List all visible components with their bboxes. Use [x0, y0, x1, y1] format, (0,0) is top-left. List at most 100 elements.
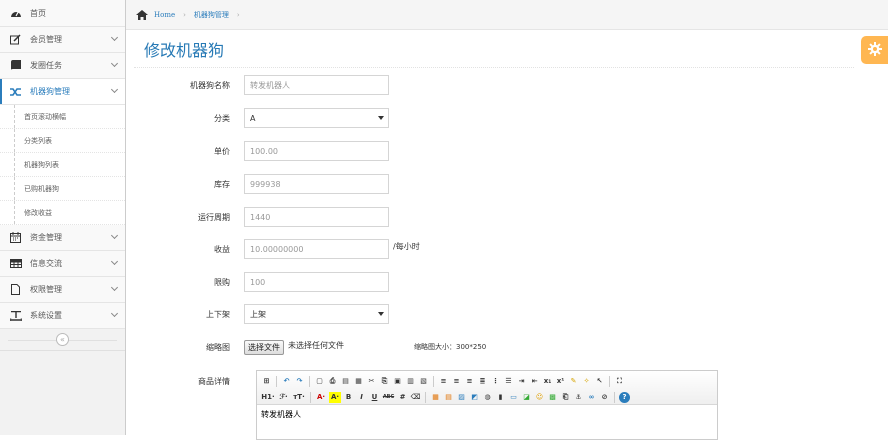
unlink-icon[interactable]: ⊘ — [599, 392, 610, 403]
underline-button[interactable]: U — [369, 392, 380, 403]
file-status-text: 未选择任何文件 — [288, 340, 344, 350]
anchor-icon[interactable]: ⚓ — [573, 392, 584, 403]
insert-row-icon[interactable]: ▤ — [443, 392, 454, 403]
code-icon[interactable]: ▦ — [353, 376, 364, 387]
form-row-category: 分类 A — [126, 107, 886, 129]
ace-settings-button[interactable] — [861, 36, 888, 64]
stock-input[interactable]: 999938 — [244, 174, 389, 194]
file-icon — [9, 284, 22, 296]
source-icon[interactable]: ⊞ — [261, 376, 272, 387]
clear-format-icon[interactable]: ✎ — [568, 376, 579, 387]
select-all-icon[interactable]: ✧ — [581, 376, 592, 387]
copy-icon[interactable]: ⎘ — [379, 376, 390, 387]
hr-icon[interactable]: # — [397, 392, 408, 403]
toolbar-divider — [614, 391, 615, 403]
undo-icon[interactable]: ↶ — [281, 376, 292, 387]
align-center-icon[interactable]: ≡ — [451, 376, 462, 387]
sidebar-item-label: 会员管理 — [30, 35, 62, 44]
income-input[interactable]: 10.00000000 — [244, 239, 389, 259]
collapse-sidebar-button[interactable]: « — [56, 333, 69, 346]
font-color-button[interactable]: A· — [315, 392, 327, 403]
sidebar-item-permissions[interactable]: 权限管理 — [0, 277, 125, 303]
name-input[interactable]: 转发机器人 — [244, 75, 389, 95]
heading-button[interactable]: H1· — [261, 392, 275, 403]
limit-input[interactable]: 100 — [244, 272, 389, 292]
align-right-icon[interactable]: ≡ — [464, 376, 475, 387]
special-char-icon[interactable]: ▩ — [547, 392, 558, 403]
sidebar-item-tasks[interactable]: 发圈任务 — [0, 53, 125, 79]
status-label: 上下架 — [206, 309, 230, 319]
cut-icon[interactable]: ✂ — [366, 376, 377, 387]
align-left-icon[interactable]: ≡ — [438, 376, 449, 387]
breadcrumb-current[interactable]: 机器狗管理 — [194, 10, 229, 20]
form-row-status: 上下架 上架 — [126, 303, 886, 325]
pagebreak-icon[interactable]: ⎗ — [560, 392, 571, 403]
paste-word-icon[interactable]: ▧ — [418, 376, 429, 387]
form-row-price: 单价 100.00 — [126, 140, 886, 162]
emoticons-icon[interactable]: ☺ — [534, 392, 545, 403]
preview-icon[interactable]: ▢ — [314, 376, 325, 387]
multi-image-icon[interactable]: ◩ — [469, 392, 480, 403]
period-input[interactable]: 1440 — [244, 207, 389, 227]
help-icon[interactable]: ? — [619, 391, 630, 403]
link-icon[interactable]: ∞ — [586, 392, 597, 403]
insert-file-icon[interactable]: ▭ — [508, 392, 519, 403]
editor-content[interactable]: 转发机器人 — [257, 405, 717, 424]
map-icon[interactable]: ◪ — [521, 392, 532, 403]
sidebar-subitem-dog-list[interactable]: 机器狗列表 — [0, 153, 125, 177]
chevron-down-icon — [110, 59, 119, 68]
paste-icon[interactable]: ▣ — [392, 376, 403, 387]
sidebar-item-settings[interactable]: 系统设置 — [0, 303, 125, 329]
sidebar-item-home[interactable]: 首页 — [0, 0, 125, 27]
bold-button[interactable]: B — [343, 392, 354, 403]
page-header: 修改机器狗 — [134, 30, 854, 68]
breadcrumb-home-link[interactable]: Home — [154, 11, 175, 19]
template-icon[interactable]: ▤ — [340, 376, 351, 387]
dropdown-arrow-icon — [378, 312, 384, 316]
outdent-icon[interactable]: ⇤ — [529, 376, 540, 387]
sidebar-item-members[interactable]: 会员管理 — [0, 27, 125, 53]
category-select[interactable]: A — [244, 108, 389, 128]
sidebar-subitem-categories[interactable]: 分类列表 — [0, 129, 125, 153]
sidebar-subitem-purchased[interactable]: 已购机器狗 — [0, 177, 125, 201]
category-label: 分类 — [214, 113, 230, 123]
redo-icon[interactable]: ↷ — [294, 376, 305, 387]
italic-button[interactable]: I — [356, 392, 367, 403]
sidebar-item-funds[interactable]: 资金管理 — [0, 225, 125, 251]
font-size-button[interactable]: тT· — [292, 392, 306, 403]
sidebar-item-label: 首页 — [30, 8, 46, 18]
font-family-button[interactable]: ℱ· — [277, 392, 290, 403]
sidebar-subitem-banner[interactable]: 首页滚动横幅 — [0, 105, 125, 129]
toolbar-divider — [433, 375, 434, 387]
ordered-list-icon[interactable]: ⋮ — [490, 376, 501, 387]
form-row-name: 机器狗名称 转发机器人 — [126, 74, 886, 96]
highlight-button[interactable]: A· — [329, 391, 341, 403]
media-icon[interactable]: ▮ — [495, 392, 506, 403]
flash-icon[interactable]: ◍ — [482, 392, 493, 403]
image-icon[interactable]: ▨ — [456, 392, 467, 403]
sidebar-subitem-edit-income[interactable]: 修改收益 — [0, 201, 125, 225]
form-row-thumb: 缩略图 选择文件 未选择任何文件 缩略图大小：300*250 — [126, 336, 886, 358]
paste-text-icon[interactable]: ▥ — [405, 376, 416, 387]
fullscreen-icon[interactable]: ⛶ — [614, 376, 625, 387]
align-justify-icon[interactable]: ≣ — [477, 376, 488, 387]
superscript-icon[interactable]: x¹ — [555, 376, 566, 387]
editor-toolbar: ⊞ ↶ ↷ ▢ ⎙ ▤ ▦ ✂ ⎘ ▣ ▥ ▧ ≡ ≡ ≡ ≣ ⋮ ☰ ⇥ ⇤ … — [257, 371, 717, 405]
print-icon[interactable]: ⎙ — [327, 376, 338, 387]
rich-text-editor: ⊞ ↶ ↷ ▢ ⎙ ▤ ▦ ✂ ⎘ ▣ ▥ ▧ ≡ ≡ ≡ ≣ ⋮ ☰ ⇥ ⇤ … — [256, 370, 718, 440]
status-select[interactable]: 上架 — [244, 304, 389, 324]
price-input[interactable]: 100.00 — [244, 141, 389, 161]
table-icon[interactable]: ▦ — [430, 392, 441, 403]
sidebar-item-robot-dogs[interactable]: 机器狗管理 — [0, 79, 125, 105]
name-label: 机器狗名称 — [190, 80, 230, 90]
subscript-icon[interactable]: x₁ — [542, 376, 553, 387]
sidebar-item-messages[interactable]: 信息交流 — [0, 251, 125, 277]
cursor-icon[interactable]: ↖ — [594, 376, 605, 387]
strikethrough-button[interactable]: ABC — [382, 392, 395, 403]
indent-icon[interactable]: ⇥ — [516, 376, 527, 387]
toolbar-divider — [309, 375, 310, 387]
toolbar-row-1: ⊞ ↶ ↷ ▢ ⎙ ▤ ▦ ✂ ⎘ ▣ ▥ ▧ ≡ ≡ ≡ ≣ ⋮ ☰ ⇥ ⇤ … — [261, 374, 713, 388]
choose-file-button[interactable]: 选择文件 — [244, 339, 284, 355]
remove-format-icon[interactable]: ⌫ — [410, 392, 421, 403]
unordered-list-icon[interactable]: ☰ — [503, 376, 514, 387]
